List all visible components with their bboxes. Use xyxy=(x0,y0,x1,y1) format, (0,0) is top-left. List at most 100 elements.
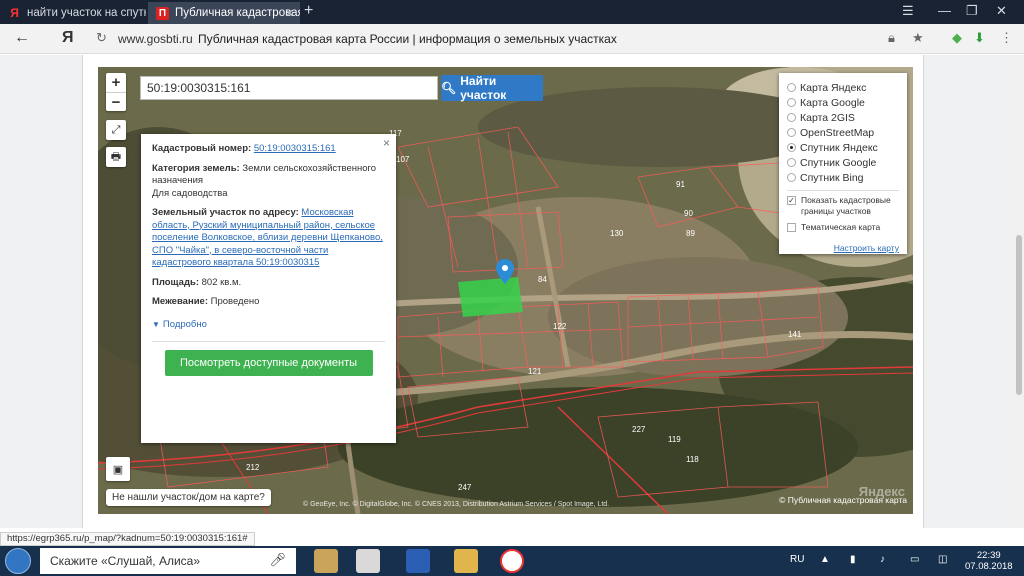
zoom-control: + − xyxy=(106,73,126,111)
radio-icon xyxy=(787,113,796,122)
yandex-logo-icon[interactable]: Я xyxy=(62,29,74,47)
parcel-label[interactable]: 121 xyxy=(528,367,541,376)
system-clock[interactable]: 22:39 07.08.2018 xyxy=(965,550,1013,572)
microphone-icon[interactable]: 🎤︎ xyxy=(269,552,286,568)
parcel-label[interactable]: 130 xyxy=(610,229,623,238)
network-icon[interactable]: ▮ xyxy=(850,554,856,565)
map-copyright: © Публичная кадастровая карта xyxy=(779,495,907,505)
find-parcel-label: Найти участок xyxy=(460,74,507,102)
checkbox-label: Показать кадастровые границы участков xyxy=(801,195,891,216)
view-documents-button[interactable]: Посмотреть доступные документы xyxy=(164,350,373,376)
volume-icon[interactable]: ♪ xyxy=(880,554,885,565)
more-menu-icon[interactable]: ⋮ xyxy=(1000,30,1013,46)
minimize-button[interactable]: — xyxy=(938,3,951,18)
close-window-button[interactable]: ✕ xyxy=(996,3,1007,19)
close-popup-icon[interactable]: × xyxy=(383,137,390,150)
scrollbar-thumb[interactable] xyxy=(1016,235,1022,395)
page-scrollbar[interactable] xyxy=(1014,55,1024,528)
browser-tab-bar: Я найти участок на спутнико П Публичная … xyxy=(0,0,1024,24)
layer-option-google-satellite[interactable]: Спутник Google xyxy=(787,155,899,170)
layer-label: Спутник Google xyxy=(800,156,877,169)
tab-cadastral-map[interactable]: П Публичная кадастровая ✕ xyxy=(148,2,300,24)
layer-label: Спутник Bing xyxy=(800,171,864,184)
alice-search-box[interactable]: Скажите «Слушай, Алиса» 🎤︎ xyxy=(40,548,296,574)
survey-value: Проведено xyxy=(210,296,260,307)
not-found-link[interactable]: Не нашли участок/дом на карте? xyxy=(106,489,271,506)
download-icon[interactable]: ⬇ xyxy=(974,30,985,46)
layer-label: Карта Google xyxy=(800,96,865,109)
survey-label: Межевание: xyxy=(152,296,208,307)
show-boundaries-checkbox[interactable]: ✓ Показать кадастровые границы участков xyxy=(787,195,899,217)
layer-option-bing-satellite[interactable]: Спутник Bing xyxy=(787,170,899,185)
media-player-icon[interactable] xyxy=(356,549,380,573)
file-explorer-icon[interactable] xyxy=(314,549,338,573)
word-icon[interactable] xyxy=(406,549,430,573)
thematic-map-checkbox[interactable]: Тематическая карта xyxy=(787,222,899,233)
site-favicon-icon: П xyxy=(156,6,169,20)
folder-icon[interactable] xyxy=(454,549,478,573)
area-value: 802 кв.м. xyxy=(201,276,242,288)
start-button[interactable] xyxy=(5,548,31,574)
parcel-label[interactable]: 89 xyxy=(686,229,695,238)
fullscreen-button[interactable]: ⤢ xyxy=(106,120,126,140)
lock-icon[interactable]: 🔒︎ xyxy=(888,30,895,46)
notification-icon[interactable]: ◫ xyxy=(938,554,947,565)
parcel-label[interactable]: 84 xyxy=(538,275,547,284)
tray-up-arrow-icon[interactable]: ▲ xyxy=(820,554,830,565)
zoom-out-button[interactable]: − xyxy=(106,92,126,111)
parcel-label[interactable]: 118 xyxy=(686,455,699,464)
setup-map-link[interactable]: Настроить карту xyxy=(787,243,899,253)
layer-label: Спутник Яндекс xyxy=(800,141,878,154)
url-host[interactable]: www.gosbti.ru xyxy=(118,32,193,46)
language-indicator[interactable]: RU xyxy=(790,554,804,565)
layer-label: Карта Яндекс xyxy=(800,81,867,94)
status-bar-url: https://egrp365.ru/p_map/?kadnum=50:19:0… xyxy=(0,532,255,546)
address-bar: ← Я ↻ www.gosbti.ru Публичная кадастрова… xyxy=(0,24,1024,54)
print-button[interactable]: 🖶︎ xyxy=(106,147,126,167)
find-parcel-button[interactable]: 🔍︎ Найти участок xyxy=(441,74,543,102)
extension-icon[interactable]: ◆ xyxy=(952,30,962,46)
parcel-label[interactable]: 227 xyxy=(632,425,645,434)
parcel-label[interactable]: 107 xyxy=(396,155,409,164)
radio-icon xyxy=(787,158,796,167)
area-label: Площадь: xyxy=(152,276,199,288)
yandex-browser-icon[interactable] xyxy=(500,549,524,573)
radio-selected-icon xyxy=(787,143,796,152)
parcel-label[interactable]: 119 xyxy=(668,435,681,444)
zoom-in-button[interactable]: + xyxy=(106,73,126,92)
restore-button[interactable]: ❐ xyxy=(966,3,978,19)
layer-option-google-map[interactable]: Карта Google xyxy=(787,95,899,110)
parcel-label[interactable]: 122 xyxy=(553,322,566,331)
details-toggle[interactable]: ▼ Подробно xyxy=(152,319,385,332)
new-tab-button[interactable]: + xyxy=(304,2,313,20)
radio-icon xyxy=(787,128,796,137)
tab-title: Публичная кадастровая xyxy=(175,7,300,19)
cadastral-map[interactable]: 117 107 91 90 130 89 84 122 121 141 227 … xyxy=(98,67,913,514)
bookmark-star-icon[interactable]: ★ xyxy=(912,30,924,46)
parcel-label[interactable]: 247 xyxy=(458,483,471,492)
selected-parcel[interactable] xyxy=(458,277,523,317)
back-arrow-icon[interactable]: ← xyxy=(14,29,30,47)
parcel-label[interactable]: 91 xyxy=(676,180,685,189)
parcel-label[interactable]: 90 xyxy=(684,209,693,218)
url-page-title[interactable]: Публичная кадастровая карта России | инф… xyxy=(198,32,617,46)
battery-icon[interactable]: ▭ xyxy=(910,554,919,565)
imagery-attribution: © GeoEye, Inc. © DigitalGlobe, Inc. © CN… xyxy=(303,501,610,508)
parcel-label[interactable]: 141 xyxy=(788,330,801,339)
layer-divider xyxy=(787,190,899,191)
layer-option-yandex-map[interactable]: Карта Яндекс xyxy=(787,80,899,95)
cadastral-search-input[interactable] xyxy=(140,76,438,100)
cad-number-link[interactable]: 50:19:0030315:161 xyxy=(254,143,336,154)
select-area-button[interactable]: ▣ xyxy=(106,457,130,481)
layer-option-osm[interactable]: OpenStreetMap xyxy=(787,125,899,140)
layer-option-yandex-satellite[interactable]: Спутник Яндекс xyxy=(787,140,899,155)
layer-switcher: Карта Яндекс Карта Google Карта 2GIS Ope… xyxy=(779,73,907,254)
close-tab-icon[interactable]: ✕ xyxy=(285,7,294,20)
menu-icon[interactable]: ☰ xyxy=(902,3,914,19)
layer-option-2gis[interactable]: Карта 2GIS xyxy=(787,110,899,125)
parcel-label[interactable]: 212 xyxy=(246,463,259,472)
tab-yandex-search[interactable]: Я найти участок на спутнико xyxy=(0,2,146,24)
parcel-info-popup: × Кадастровый номер: 50:19:0030315:161 К… xyxy=(141,134,396,443)
address-label: Земельный участок по адресу: xyxy=(152,207,299,218)
reload-icon[interactable]: ↻ xyxy=(96,30,107,46)
